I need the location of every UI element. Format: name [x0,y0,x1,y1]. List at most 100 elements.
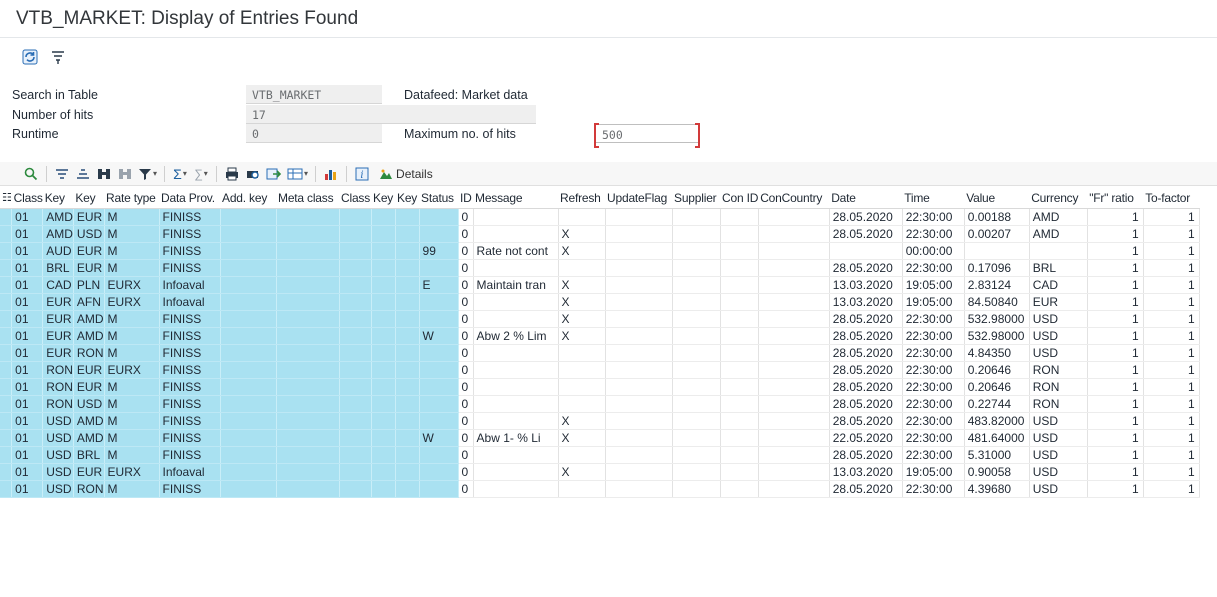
column-header[interactable]: Key [42,188,74,209]
export-icon[interactable] [265,165,283,183]
row-selector[interactable] [0,480,13,498]
sort-descending-icon[interactable] [74,165,92,183]
column-header[interactable]: Date [829,188,903,209]
table-cell [720,208,759,226]
column-header[interactable]: Key [371,188,396,209]
column-header[interactable]: "Fr" ratio [1087,188,1144,209]
table-cell: 1 [1143,378,1200,396]
column-header[interactable]: Message [473,188,559,209]
row-selector[interactable] [0,361,13,379]
table-cell [395,259,420,277]
table-cell [605,395,673,413]
row-selector[interactable] [0,276,13,294]
table-row[interactable]: 01 CAD PLN EURX Infoaval E 0 Maintain tran X 13.0… [0,276,1200,294]
sort-ascending-icon[interactable] [53,165,71,183]
table-row[interactable]: 01 RON USD M FINISS 0 28.05.2020 22:30:00 0.2274… [0,395,1200,413]
column-header[interactable]: Con ID [720,188,759,209]
column-header[interactable]: Class [339,188,372,209]
details-view-icon[interactable] [22,165,40,183]
total-icon[interactable]: Σ [171,165,189,183]
column-header[interactable]: ID [458,188,474,209]
column-header[interactable]: UpdateFlag [605,188,673,209]
details-button[interactable]: Details [374,165,438,183]
subtotal-icon[interactable]: ∑ [192,165,210,183]
table-row[interactable]: 01 USD BRL M FINISS 0 28.05.2020 22:30:00 5.3100… [0,446,1200,464]
column-header[interactable]: Rate type [104,188,160,209]
find-icon[interactable] [95,165,113,183]
table-row[interactable]: 01 RON EUR M FINISS 0 28.05.2020 22:30:00 0.2064… [0,378,1200,396]
table-row[interactable]: 01 EUR AFN EURX Infoaval 0 X 13.03.2020 19:05:00… [0,293,1200,311]
table-row[interactable]: 01 USD EUR EURX Infoaval 0 X 13.03.2020 19:05:00… [0,463,1200,481]
column-header[interactable]: Key [395,188,420,209]
table-row[interactable]: 01 AMD EUR M FINISS 0 28.05.2020 22:30:00 0.0018… [0,208,1200,226]
table-cell [473,259,559,277]
column-header[interactable]: Add. key [220,188,277,209]
table-cell [672,344,721,362]
table-cell: M [104,429,160,447]
column-select-icon[interactable]: ☷ [0,188,12,209]
table-row[interactable]: 01 AMD USD M FINISS 0 X 28.05.2020 22:30:00 0.002… [0,225,1200,243]
table-row[interactable]: 01 EUR AMD M FINISS W 0 Abw 2 % Lim X 28.05.2020 2… [0,327,1200,345]
column-header[interactable]: Data Prov. [159,188,221,209]
refresh-icon[interactable] [20,47,40,67]
table-cell [758,276,830,294]
row-selector[interactable] [0,310,13,328]
table-cell: USD [1029,327,1088,345]
column-header[interactable]: ConCountry [758,188,830,209]
row-selector[interactable] [0,463,13,481]
row-selector[interactable] [0,225,13,243]
table-cell: X [558,412,606,430]
row-selector[interactable] [0,446,13,464]
row-selector[interactable] [0,208,13,226]
table-row[interactable]: 01 RON EUR EURX FINISS 0 28.05.2020 22:30:00 0.2… [0,361,1200,379]
table-row[interactable]: 01 BRL EUR M FINISS 0 28.05.2020 22:30:00 0.1709… [0,259,1200,277]
table-cell: 0 [458,412,474,430]
column-header[interactable]: To-factor [1143,188,1200,209]
filter-icon[interactable] [137,165,158,183]
selection-settings-icon[interactable] [48,47,68,67]
column-header[interactable]: Meta class [276,188,340,209]
table-row[interactable]: 01 AUD EUR M FINISS 99 0 Rate not cont X 00:00:00… [0,242,1200,260]
table-cell: RON [42,395,74,413]
row-selector[interactable] [0,327,13,345]
table-cell: EUR [73,378,105,396]
table-cell: 99 [419,242,459,260]
row-selector[interactable] [0,412,13,430]
table-row[interactable]: 01 USD AMD M FINISS 0 X 28.05.2020 22:30:00 483.8… [0,412,1200,430]
column-header[interactable]: Supplier [672,188,721,209]
table-cell [605,446,673,464]
table-row[interactable]: 01 EUR RON M FINISS 0 28.05.2020 22:30:00 4.8435… [0,344,1200,362]
table-row[interactable]: 01 EUR AMD M FINISS 0 X 28.05.2020 22:30:00 532.9… [0,310,1200,328]
column-header[interactable]: Currency [1029,188,1088,209]
table-cell [339,293,372,311]
table-cell [758,429,830,447]
table-cell: Infoaval [159,293,221,311]
row-selector[interactable] [0,378,13,396]
column-header[interactable]: Time [902,188,965,209]
table-row[interactable]: 01 USD RON M FINISS 0 28.05.2020 22:30:00 4.3968… [0,480,1200,498]
table-row[interactable]: 01 USD AMD M FINISS W 0 Abw 1- % Li X 22.05.2020 2… [0,429,1200,447]
table-cell: 19:05:00 [902,463,965,481]
print-preview-icon[interactable] [244,165,262,183]
graphic-icon[interactable] [322,165,340,183]
row-selector[interactable] [0,293,13,311]
column-header[interactable]: Refresh [558,188,606,209]
table-cell: 0 [458,259,474,277]
table-cell [339,276,372,294]
table-cell [605,293,673,311]
row-selector[interactable] [0,344,13,362]
column-header[interactable]: Class [11,188,43,209]
column-header[interactable]: Value [964,188,1030,209]
layout-icon[interactable] [286,165,309,183]
row-selector[interactable] [0,259,13,277]
table-cell: M [104,327,160,345]
column-header[interactable]: Status [419,188,459,209]
max-hits-input[interactable]: 500 [594,123,700,148]
row-selector[interactable] [0,242,13,260]
info-icon[interactable]: i [353,165,371,183]
row-selector[interactable] [0,429,13,447]
row-selector[interactable] [0,395,13,413]
print-icon[interactable] [223,165,241,183]
column-header[interactable]: Key [73,188,105,209]
find-next-icon[interactable] [116,165,134,183]
